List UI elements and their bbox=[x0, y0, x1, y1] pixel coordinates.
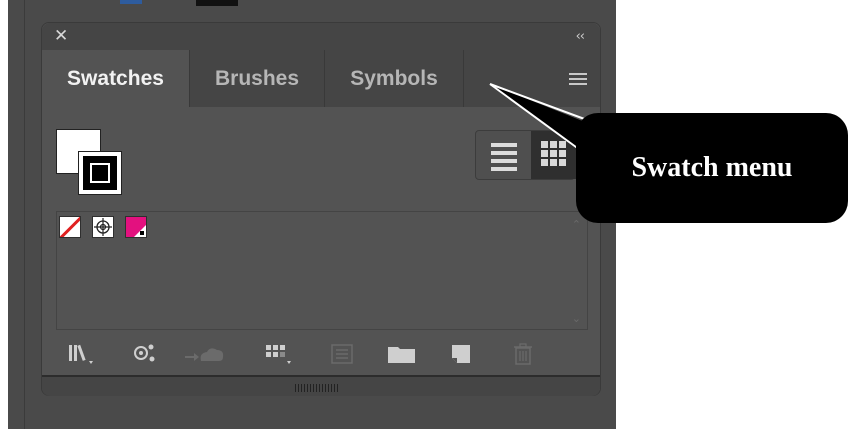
swatch-menu-callout: Swatch menu bbox=[576, 113, 848, 223]
